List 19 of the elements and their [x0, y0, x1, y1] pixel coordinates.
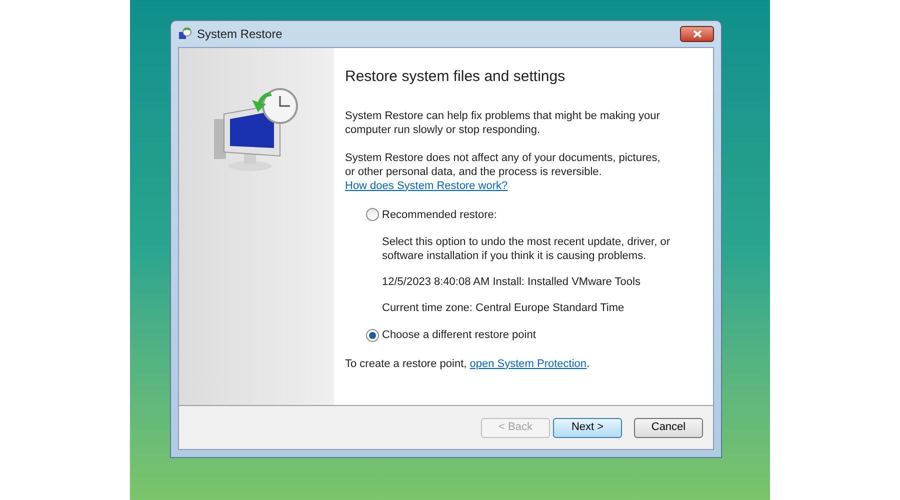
dialog-button[interactable]: Next > [553, 418, 622, 438]
option-detail: 12/5/2023 8:40:08 AM Install: Installed VMware Tools [381, 275, 642, 289]
option-label[interactable]: Recommended restore: [382, 206, 497, 223]
page-heading: Restore system files and settings [345, 67, 566, 87]
protection-link[interactable]: open System Protection [470, 358, 587, 370]
help-link[interactable]: How does System Restore work? [345, 180, 508, 192]
close-button[interactable] [680, 26, 714, 42]
description-text: System Restore does not affect any of your documents, pictures, or other personal data, and the process is reversible. How does System Restore work? [345, 150, 662, 192]
option-detail: Select this option to undo the most recent update, driver, or software installation if you think it is causing problems. [381, 235, 672, 263]
restore-icon [178, 27, 192, 41]
radio-button[interactable] [366, 208, 379, 222]
footer-note: To create a restore point, open System Protection. [345, 356, 591, 372]
option-detail: Current time zone: Central Europe Standard Time [381, 301, 626, 315]
window-title: System Restore [197, 26, 282, 43]
option-label[interactable]: Choose a different restore point [382, 327, 536, 344]
dialog-button[interactable]: Cancel [634, 418, 703, 438]
close-icon [692, 30, 702, 38]
radio-button[interactable] [366, 328, 379, 342]
description-text: System Restore can help fix problems that might be making your computer run slowly or stop responding. [345, 108, 661, 136]
